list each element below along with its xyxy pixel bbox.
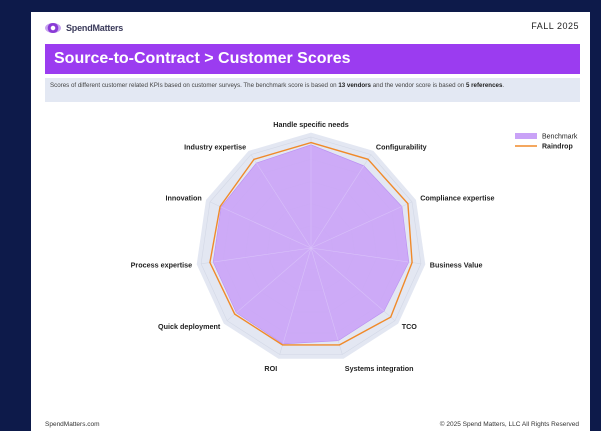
axis-label: Process expertise xyxy=(131,261,193,270)
legend-benchmark-label: Benchmark xyxy=(542,134,578,141)
legend-raindrop-label: Raindrop xyxy=(542,144,573,151)
chart-legend: Benchmark Raindrop xyxy=(515,133,578,151)
radar-chart: Handle specific needs Configurability Comp… xyxy=(131,120,578,373)
axis-label: Systems integration xyxy=(345,364,414,373)
footer-copyright: © 2025 Spend Matters, LLC All Rights Res… xyxy=(439,421,579,428)
legend-benchmark-swatch xyxy=(515,133,537,139)
footer-site: SpendMatters.com xyxy=(45,421,100,428)
axis-label: Innovation xyxy=(165,194,201,203)
axis-label: Compliance expertise xyxy=(420,194,494,203)
axis-label: Quick deployment xyxy=(158,322,221,331)
axis-label: Business Value xyxy=(430,261,483,270)
axis-label: ROI xyxy=(264,364,277,373)
axis-label: Handle specific needs xyxy=(273,120,349,129)
report-card: SpendMatters FALL 2025 Source-to-Contrac… xyxy=(31,12,590,431)
axis-label: Industry expertise xyxy=(184,143,246,152)
axis-label: Configurability xyxy=(376,143,427,152)
axis-label: TCO xyxy=(402,322,418,331)
